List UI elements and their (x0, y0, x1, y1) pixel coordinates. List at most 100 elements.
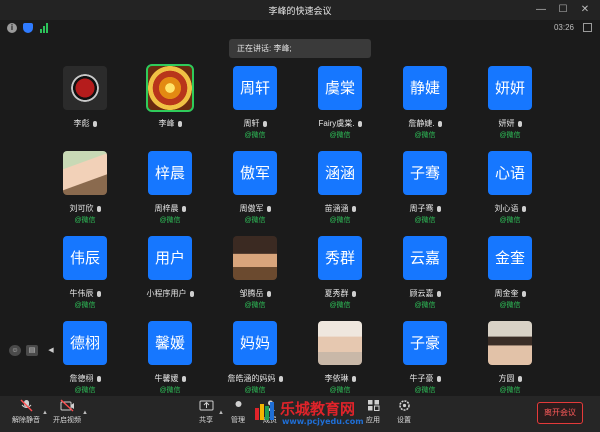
mic-icon (521, 206, 526, 212)
mic-icon (517, 121, 522, 127)
collapse-icon[interactable]: ◀ (45, 345, 57, 356)
participant-tile[interactable]: 妈妈 詹皓涵的妈妈 @微信 (225, 321, 295, 403)
share-button[interactable]: 共享 (195, 399, 217, 425)
audio-options-caret[interactable]: ▲ (42, 410, 48, 416)
participant-tile[interactable]: 心语 刘心语 @微信 (480, 151, 550, 233)
participant-name: 苗涵涵 (304, 203, 376, 214)
participant-name: 刘心语 (474, 203, 546, 214)
share-label: 共享 (199, 417, 213, 424)
participant-tile[interactable]: 虞棠 Fairy虞棠. @微信 (310, 66, 380, 148)
participant-name-text: 李依琳 (324, 374, 349, 383)
maximize-button[interactable]: ☐ (556, 3, 570, 17)
mic-icon (96, 291, 101, 297)
participant-tile[interactable]: 李彪 (55, 66, 125, 148)
share-screen-icon (199, 400, 213, 411)
close-button[interactable]: ✕ (578, 3, 592, 17)
participant-name-text: 小程序用户 (146, 289, 187, 298)
unmute-button[interactable]: 解除静音 (9, 399, 43, 425)
mic-icon (278, 376, 283, 382)
participant-avatar: 云嘉 (403, 236, 447, 280)
participant-tile[interactable]: 周轩 周轩 @微信 (225, 66, 295, 148)
participant-name: 周梓晨 (134, 203, 206, 214)
emoji-icon[interactable]: ☺ (9, 345, 21, 356)
participant-name: 詹德栩 (49, 373, 121, 384)
participant-name-text: 周梓晨 (154, 204, 179, 213)
manage-label: 管理 (231, 417, 245, 424)
participant-tile[interactable]: 静婕 詹静婕. @微信 (395, 66, 465, 148)
participant-avatar (63, 151, 107, 195)
participant-name-text: 苗涵涵 (324, 204, 349, 213)
participant-avatar: 妈妈 (233, 321, 277, 365)
minimize-button[interactable]: — (534, 3, 548, 17)
shield-icon[interactable] (23, 23, 33, 33)
participant-tile[interactable]: 涵涵 苗涵涵 @微信 (310, 151, 380, 233)
participant-name: 周傲军 (219, 203, 291, 214)
watermark: 乐城教育网 www.pcjyedu.com (254, 398, 384, 428)
participant-name-text: 邹腾岳 (239, 289, 264, 298)
participant-name: 牛伟辰 (49, 288, 121, 299)
manage-icon (235, 401, 241, 407)
signal-icon[interactable] (40, 23, 49, 33)
wechat-source-tag: @微信 (414, 132, 436, 139)
wechat-source-tag: @微信 (74, 302, 96, 309)
participant-name-text: 妍妍 (498, 119, 515, 128)
participant-name-text: 周傲军 (239, 204, 264, 213)
wechat-source-tag: @微信 (244, 217, 266, 224)
participant-avatar: 静婕 (403, 66, 447, 110)
participant-tile[interactable]: 傲军 周傲军 @微信 (225, 151, 295, 233)
settings-button[interactable]: 设置 (393, 399, 415, 425)
wechat-source-tag: @微信 (329, 302, 351, 309)
share-options-caret[interactable]: ▲ (218, 410, 224, 416)
participant-name-text: 李彪 (73, 119, 90, 128)
leave-meeting-button[interactable]: 离开会议 (537, 402, 583, 424)
start-video-button[interactable]: 开启视频 (50, 399, 84, 425)
mic-icon (436, 291, 441, 297)
participant-tile[interactable]: 金奎 周金奎 @微信 (480, 236, 550, 318)
participant-name: 牛馨媛 (134, 373, 206, 384)
mic-icon (517, 376, 522, 382)
participant-tile[interactable]: 用户 小程序用户 (140, 236, 210, 318)
participant-avatar: 伟辰 (63, 236, 107, 280)
mic-icon (351, 206, 356, 212)
participant-avatar: 金奎 (488, 236, 532, 280)
participant-tile[interactable]: 妍妍 妍妍 @微信 (480, 66, 550, 148)
participant-tile[interactable]: 馨媛 牛馨媛 @微信 (140, 321, 210, 403)
participant-tile[interactable]: 方圆 @微信 (480, 321, 550, 403)
participant-tile[interactable]: 梓晨 周梓晨 @微信 (140, 151, 210, 233)
mic-icon (96, 206, 101, 212)
fullscreen-icon[interactable] (583, 23, 592, 32)
participant-name: 刘可欣 (49, 203, 121, 214)
manage-button[interactable]: 管理 (226, 399, 250, 425)
participant-tile[interactable]: 子骞 周子骞 @微信 (395, 151, 465, 233)
meeting-timer: 03:26 (553, 23, 574, 32)
wechat-source-tag: @微信 (499, 302, 521, 309)
participant-avatar: 周轩 (233, 66, 277, 110)
participant-avatar (146, 64, 194, 112)
participant-tile[interactable]: 德栩 詹德栩 @微信 (55, 321, 125, 403)
mic-icon (436, 206, 441, 212)
participant-avatar (488, 321, 532, 365)
participant-tile[interactable]: 邹腾岳 @微信 (225, 236, 295, 318)
participant-tile[interactable]: 秀群 夏秀群 @微信 (310, 236, 380, 318)
participant-name-text: 李峰 (158, 119, 175, 128)
participant-tile[interactable]: 云嘉 顾云嘉 @微信 (395, 236, 465, 318)
info-icon[interactable]: i (7, 23, 17, 33)
participant-name: 李峰 (134, 118, 206, 129)
participant-name: 牛子豪 (389, 373, 461, 384)
chat-icon[interactable]: ▤ (26, 345, 38, 356)
participant-tile[interactable]: 伟辰 牛伟辰 @微信 (55, 236, 125, 318)
start-video-label: 开启视频 (53, 417, 81, 424)
wechat-source-tag: @微信 (244, 387, 266, 394)
participant-name-text: 方圆 (498, 374, 515, 383)
participant-avatar: 馨媛 (148, 321, 192, 365)
video-options-caret[interactable]: ▲ (82, 410, 88, 416)
participant-name-text: 顾云嘉 (409, 289, 434, 298)
participant-name: Fairy虞棠. (304, 118, 376, 129)
wechat-source-tag: @微信 (159, 387, 181, 394)
participant-tile[interactable]: 李峰 (140, 64, 210, 148)
participant-avatar: 秀群 (318, 236, 362, 280)
participant-tile[interactable]: 刘可欣 @微信 (55, 151, 125, 233)
participant-tile[interactable]: 李依琳 @微信 (310, 321, 380, 403)
muted-mic-icon (20, 399, 32, 412)
participant-tile[interactable]: 子豪 牛子豪 @微信 (395, 321, 465, 403)
